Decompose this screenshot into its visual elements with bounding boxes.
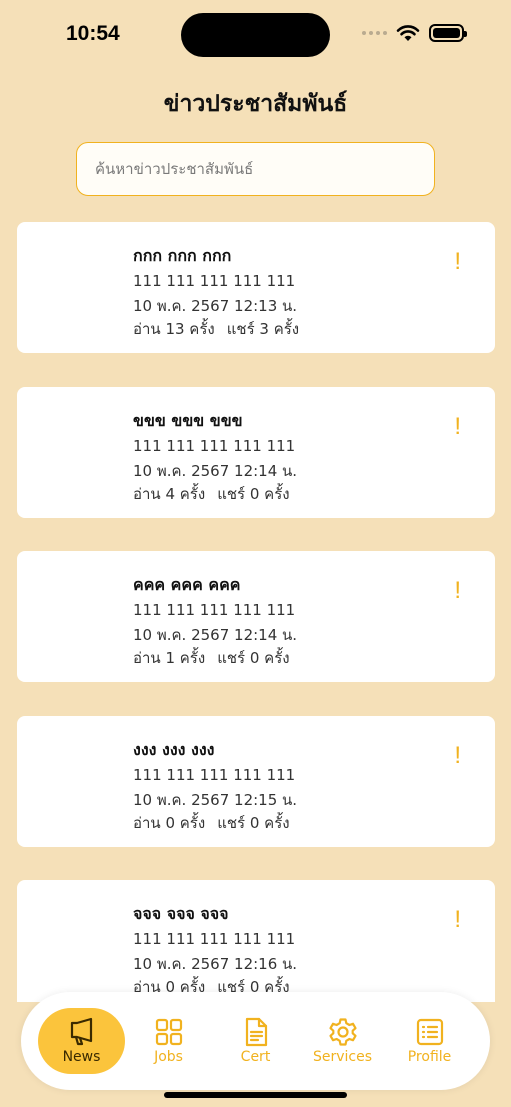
news-card[interactable]: ขขข ขขข ขขข 111 111 111 111 111 10 พ.ค. …	[17, 387, 495, 518]
news-card[interactable]: คคค คคค คคค 111 111 111 111 111 10 พ.ค. …	[17, 551, 495, 682]
tab-profile[interactable]: Profile	[386, 1008, 473, 1074]
news-card[interactable]: งงง งงง งงง 111 111 111 111 111 10 พ.ค. …	[17, 716, 495, 847]
news-body: 111 111 111 111 111	[133, 272, 296, 290]
news-date: 10 พ.ค. 2567 12:16 น.	[133, 955, 298, 973]
news-body: 111 111 111 111 111	[133, 601, 296, 619]
alert-icon: !	[454, 413, 461, 440]
alert-icon: !	[454, 248, 461, 275]
share-count: แชร์ 0 ครั้ง	[217, 649, 290, 667]
read-count: อ่าน 4 ครั้ง	[133, 485, 206, 503]
search-input[interactable]	[95, 160, 416, 178]
home-indicator	[164, 1092, 347, 1098]
alert-icon: !	[454, 742, 461, 769]
news-date: 10 พ.ค. 2567 12:14 น.	[133, 462, 298, 480]
news-stats: อ่าน 0 ครั้ง แชร์ 0 ครั้ง	[133, 811, 290, 835]
status-time: 10:54	[66, 22, 120, 45]
tab-cert[interactable]: Cert	[212, 1008, 299, 1074]
share-count: แชร์ 3 ครั้ง	[226, 320, 300, 338]
news-list[interactable]: กกก กกก กกก 111 111 111 111 111 10 พ.ค. …	[17, 222, 495, 1002]
share-count: แชร์ 0 ครั้ง	[217, 814, 290, 832]
news-title: จจจ จจจ จจจ	[133, 904, 229, 923]
alert-icon: !	[454, 906, 461, 933]
gear-icon	[328, 1018, 357, 1046]
read-count: อ่าน 1 ครั้ง	[133, 649, 206, 667]
status-bar: 10:54	[0, 0, 511, 70]
grid-icon	[155, 1018, 182, 1046]
alert-icon: !	[454, 577, 461, 604]
search-box[interactable]	[76, 142, 435, 196]
tab-label: News	[62, 1049, 101, 1065]
megaphone-icon	[70, 1017, 92, 1046]
bottom-tab-bar: News Jobs Cert Services Profile	[21, 992, 490, 1090]
news-date: 10 พ.ค. 2567 12:14 น.	[133, 626, 298, 644]
tab-label: Jobs	[154, 1049, 183, 1065]
news-stats: อ่าน 1 ครั้ง แชร์ 0 ครั้ง	[133, 646, 290, 670]
news-body: 111 111 111 111 111	[133, 766, 296, 784]
dynamic-island	[181, 13, 330, 57]
news-body: 111 111 111 111 111	[133, 930, 296, 948]
tab-label: Profile	[407, 1049, 452, 1065]
list-icon	[416, 1018, 443, 1046]
news-title: กกก กกก กกก	[133, 246, 232, 265]
document-icon	[245, 1017, 267, 1047]
tab-jobs[interactable]: Jobs	[125, 1008, 212, 1074]
tab-label: Services	[312, 1049, 373, 1065]
read-count: อ่าน 13 ครั้ง	[133, 320, 215, 338]
news-card[interactable]: จจจ จจจ จจจ 111 111 111 111 111 10 พ.ค. …	[17, 880, 495, 1002]
battery-icon	[429, 24, 467, 42]
tab-news[interactable]: News	[38, 1008, 125, 1074]
tab-services[interactable]: Services	[299, 1008, 386, 1074]
news-card[interactable]: กกก กกก กกก 111 111 111 111 111 10 พ.ค. …	[17, 222, 495, 353]
news-date: 10 พ.ค. 2567 12:13 น.	[133, 297, 298, 315]
page-title: ข่าวประชาสัมพันธ์	[163, 91, 348, 117]
wifi-icon	[396, 25, 420, 41]
news-title: คคค คคค คคค	[133, 575, 241, 594]
news-title: งงง งงง งงง	[133, 740, 215, 759]
news-title: ขขข ขขข ขขข	[133, 411, 243, 430]
news-date: 10 พ.ค. 2567 12:15 น.	[133, 791, 298, 809]
news-stats: อ่าน 4 ครั้ง แชร์ 0 ครั้ง	[133, 482, 290, 506]
cellular-signal-icon	[362, 31, 387, 35]
read-count: อ่าน 0 ครั้ง	[133, 814, 206, 832]
news-body: 111 111 111 111 111	[133, 437, 296, 455]
share-count: แชร์ 0 ครั้ง	[217, 485, 290, 503]
news-stats: อ่าน 13 ครั้ง แชร์ 3 ครั้ง	[133, 317, 299, 341]
tab-label: Cert	[240, 1049, 271, 1065]
